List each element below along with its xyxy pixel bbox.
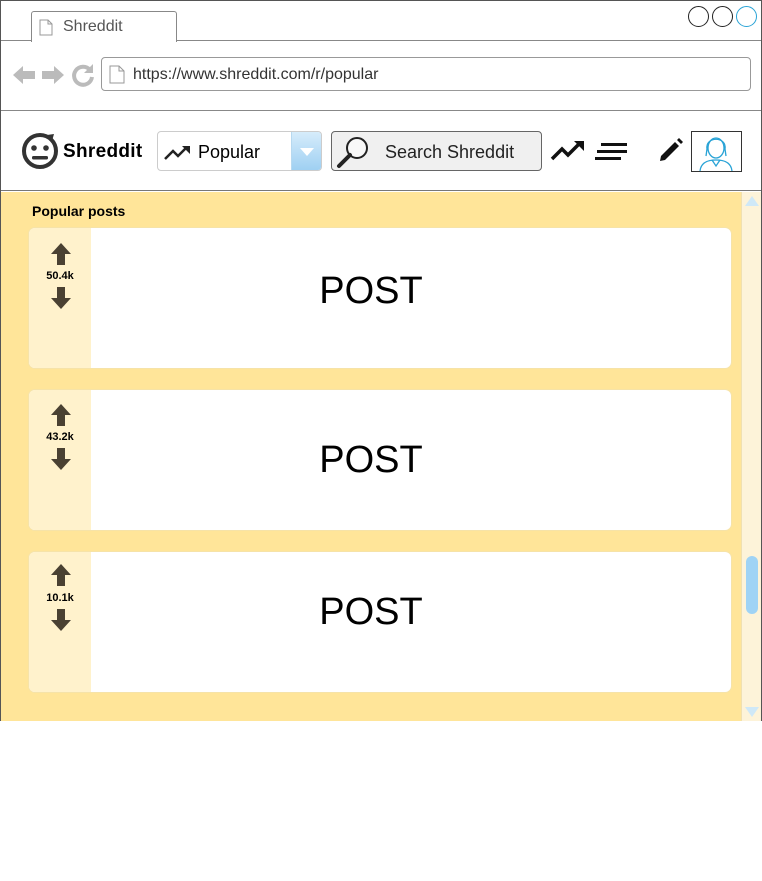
vote-score: 50.4k bbox=[46, 270, 74, 282]
vote-score: 10.1k bbox=[46, 592, 74, 604]
post-body[interactable]: POST bbox=[91, 390, 731, 530]
vote-column: 43.2k bbox=[29, 390, 91, 530]
pencil-icon[interactable] bbox=[657, 136, 685, 164]
page-icon bbox=[109, 65, 125, 84]
page-icon bbox=[39, 19, 53, 36]
user-avatar-icon bbox=[699, 137, 733, 171]
post-body[interactable]: POST bbox=[91, 228, 731, 368]
vote-column: 50.4k bbox=[29, 228, 91, 368]
post-card[interactable]: 50.4k POST bbox=[29, 228, 731, 368]
vertical-scrollbar[interactable] bbox=[741, 192, 761, 721]
arrow-right-icon[interactable] bbox=[40, 62, 66, 88]
downvote-icon[interactable] bbox=[50, 608, 72, 632]
scroll-down-icon[interactable] bbox=[745, 707, 759, 717]
section-title: Popular posts bbox=[32, 203, 126, 219]
downvote-icon[interactable] bbox=[50, 447, 72, 471]
url-field[interactable]: https://www.shreddit.com/r/popular bbox=[101, 57, 751, 91]
trending-up-icon[interactable] bbox=[550, 138, 586, 162]
maximize-button[interactable] bbox=[712, 6, 733, 27]
reload-icon[interactable] bbox=[70, 62, 96, 88]
post-body[interactable]: POST bbox=[91, 552, 731, 692]
browser-tab[interactable]: Shreddit bbox=[31, 11, 177, 42]
feed-select-value: Popular bbox=[198, 142, 261, 162]
chevron-down-icon bbox=[300, 148, 314, 156]
downvote-icon[interactable] bbox=[50, 286, 72, 310]
browser-window: Shreddit https://www.shreddit.com/r/popu… bbox=[0, 0, 762, 721]
feed-select[interactable]: Popular bbox=[157, 131, 322, 171]
close-button[interactable] bbox=[736, 6, 757, 27]
upvote-icon[interactable] bbox=[50, 403, 72, 427]
feed-area[interactable]: Popular posts 50.4k POST 43.2k POST 10.1… bbox=[1, 192, 761, 721]
upvote-icon[interactable] bbox=[50, 563, 72, 587]
browser-addressbar: https://www.shreddit.com/r/popular bbox=[1, 42, 761, 111]
avatar[interactable] bbox=[691, 131, 742, 172]
lines-icon[interactable] bbox=[595, 142, 629, 162]
search-placeholder: Search Shreddit bbox=[385, 142, 515, 162]
scroll-thumb[interactable] bbox=[746, 556, 758, 614]
brand-name[interactable]: Shreddit bbox=[63, 141, 142, 163]
post-card[interactable]: 10.1k POST bbox=[29, 552, 731, 692]
search-icon bbox=[337, 137, 368, 168]
minimize-button[interactable] bbox=[688, 6, 709, 27]
post-card[interactable]: 43.2k POST bbox=[29, 390, 731, 530]
window-controls bbox=[688, 6, 757, 27]
shreddit-logo-icon[interactable] bbox=[21, 132, 59, 170]
vote-score: 43.2k bbox=[46, 431, 74, 443]
dropdown-button[interactable] bbox=[291, 132, 321, 170]
post-label: POST bbox=[319, 439, 423, 481]
search-input[interactable]: Search Shreddit bbox=[331, 131, 542, 171]
url-text: https://www.shreddit.com/r/popular bbox=[133, 66, 379, 83]
app-header: Shreddit Popular Search Shreddit bbox=[1, 112, 761, 191]
tab-title: Shreddit bbox=[63, 18, 123, 35]
upvote-icon[interactable] bbox=[50, 242, 72, 266]
scroll-up-icon[interactable] bbox=[745, 196, 759, 206]
trending-up-icon bbox=[164, 146, 190, 160]
post-label: POST bbox=[319, 591, 423, 633]
browser-titlebar: Shreddit bbox=[1, 1, 761, 42]
post-label: POST bbox=[319, 270, 423, 312]
arrow-left-icon[interactable] bbox=[11, 62, 37, 88]
vote-column: 10.1k bbox=[29, 552, 91, 692]
